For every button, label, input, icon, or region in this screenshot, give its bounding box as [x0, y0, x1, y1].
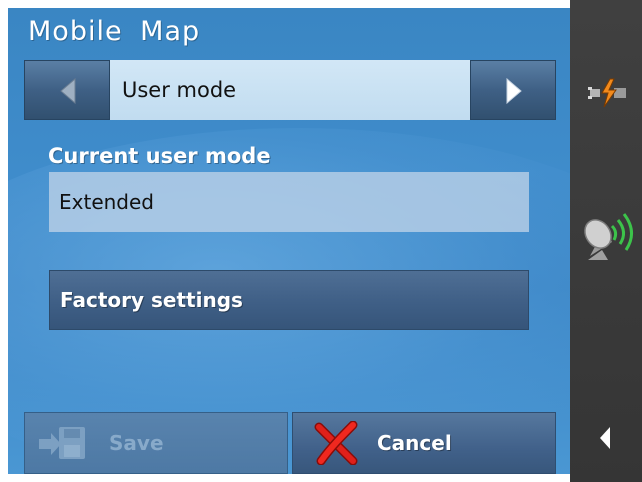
current-user-mode-field[interactable]: Extended: [49, 172, 529, 232]
chevron-right-icon: [506, 78, 522, 104]
cancel-button[interactable]: Cancel: [292, 412, 556, 474]
chevron-left-icon: [60, 78, 76, 104]
selector-value: User mode: [110, 60, 470, 120]
collapse-arrow-icon[interactable]: [598, 426, 612, 450]
prev-option-button[interactable]: [24, 60, 110, 120]
next-option-button[interactable]: [470, 60, 556, 120]
red-x-icon: [314, 421, 358, 465]
save-disk-icon: [39, 427, 85, 459]
current-user-mode-label: Current user mode: [48, 144, 271, 168]
save-button[interactable]: Save: [24, 412, 288, 474]
screen: Mobile Map User mode Current user mode E…: [0, 0, 642, 482]
main-panel: Mobile Map User mode Current user mode E…: [8, 8, 570, 474]
gps-satellite-icon[interactable]: [582, 212, 638, 264]
save-label: Save: [109, 431, 164, 455]
factory-settings-button[interactable]: Factory settings: [49, 270, 529, 330]
user-mode-selector: User mode: [24, 60, 556, 120]
app-title: Mobile Map: [28, 16, 201, 47]
cancel-label: Cancel: [377, 431, 452, 455]
power-plug-icon[interactable]: [588, 78, 628, 108]
status-sidebar: [570, 0, 642, 482]
